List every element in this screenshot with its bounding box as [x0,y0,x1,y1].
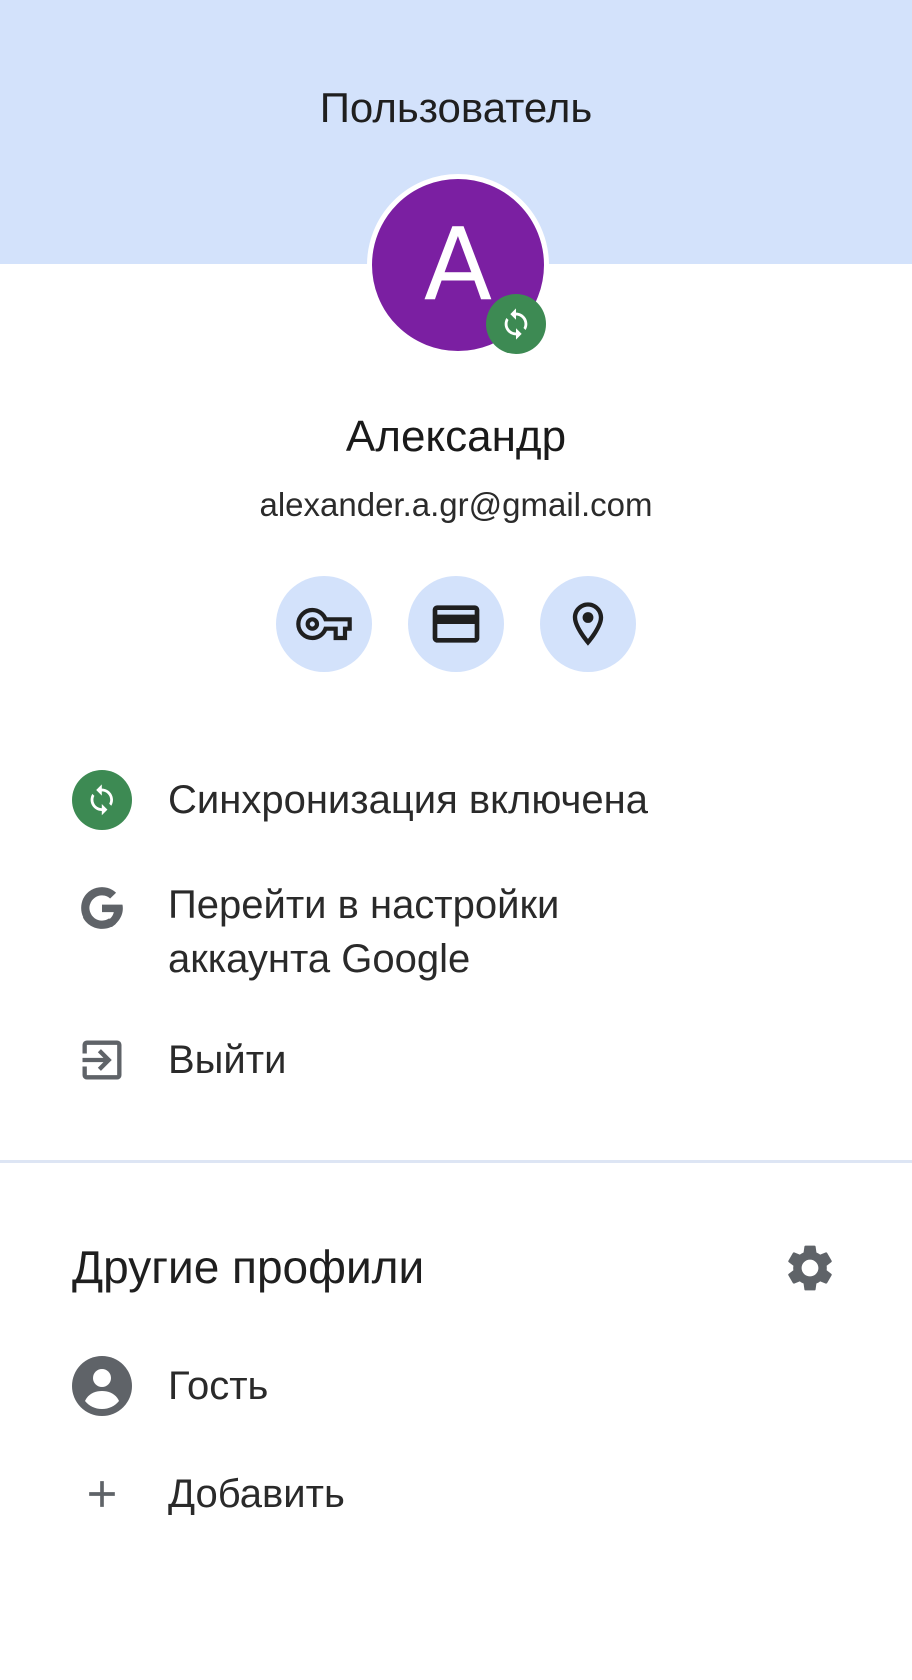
avatar-letter: A [423,206,493,323]
sync-badge [486,294,546,354]
google-account-label-line2: аккаунта Google [168,937,471,981]
sync-row[interactable]: Синхронизация включена [0,770,912,830]
sync-icon [504,308,528,340]
passwords-button[interactable] [276,576,372,672]
add-profile-row[interactable]: Добавить [0,1464,912,1524]
sign-out-icon [72,1030,132,1090]
add-profile-label: Добавить [168,1472,345,1516]
payment-methods-button[interactable] [408,576,504,672]
other-profiles-title: Другие профили [72,1241,425,1293]
divider [0,1160,912,1163]
google-account-label-line1: Перейти в настройки [168,883,560,927]
profile-page: Пользователь A Александр alexander.a.gr@… [0,0,912,1680]
sync-icon [72,770,132,830]
page-title: Пользователь [319,84,593,131]
user-email: alexander.a.gr@gmail.com [259,486,653,523]
guest-label: Гость [168,1364,269,1408]
google-account-row[interactable]: Перейти в настройки аккаунта Google [0,878,912,988]
manage-profiles-button[interactable] [778,1236,842,1300]
google-icon [72,878,132,938]
credit-card-icon [432,605,480,643]
location-pin-icon [572,602,604,646]
sign-out-label: Выйти [168,1038,287,1082]
key-icon [296,607,352,641]
guest-profile-row[interactable]: Гость [0,1356,912,1416]
sign-out-row[interactable]: Выйти [0,1030,912,1090]
addresses-button[interactable] [540,576,636,672]
user-name: Александр [345,412,567,461]
sync-status-icon [72,770,132,830]
gear-icon [788,1245,832,1291]
person-icon [72,1356,132,1416]
sync-label: Синхронизация включена [168,778,648,822]
plus-icon [72,1464,132,1524]
